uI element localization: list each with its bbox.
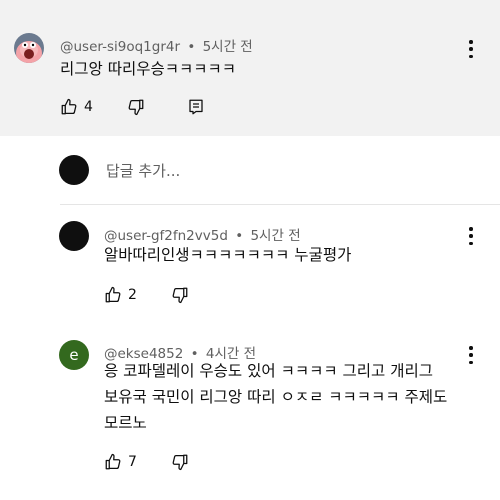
like-count: 7 [128, 454, 137, 470]
reply-row: 답글 추가... [0, 140, 500, 204]
like-button[interactable]: 2 [104, 286, 137, 304]
comment-text-line: 모르노 [104, 414, 147, 432]
reply-button[interactable] [187, 98, 205, 116]
thumbs-down-icon [128, 99, 144, 116]
like-count: 2 [128, 287, 137, 303]
top-strip [0, 0, 500, 18]
comment-text: 알바따리인생ㅋㅋㅋㅋㅋㅋㅋ 누굴평가 [104, 246, 352, 264]
like-button[interactable]: 4 [60, 98, 93, 116]
comment-text: 응 코파델레이 우승도 있어 ㅋㅋㅋㅋ 그리고 개리그 보유국 국민이 리그앙 … [104, 358, 447, 436]
meta-separator: • [187, 39, 196, 55]
reply-comment-icon [189, 99, 203, 115]
thumbs-up-icon [105, 286, 121, 303]
divider [60, 204, 500, 205]
comment-text: 리그앙 따리우승ㅋㅋㅋㅋㅋ [60, 60, 237, 78]
avatar[interactable] [59, 221, 89, 251]
comment-1: @user-si9oq1gr4r • 5시간 전 리그앙 따리우승ㅋㅋㅋㅋㅋ 4 [0, 18, 500, 136]
comment-2: @user-gf2fn2vv5d • 5시간 전 알바따리인생ㅋㅋㅋㅋㅋㅋㅋ 누… [0, 214, 500, 318]
thumbs-down-icon [172, 287, 188, 304]
avatar [59, 155, 89, 185]
thumbs-down-icon [172, 454, 188, 471]
avatar[interactable] [14, 33, 44, 63]
comment-author[interactable]: @user-si9oq1gr4r [60, 39, 180, 55]
dislike-button[interactable] [127, 98, 145, 116]
comment-meta: @user-gf2fn2vv5d • 5시간 전 [104, 224, 301, 244]
thumbs-up-icon [61, 98, 77, 115]
comment-meta: @user-si9oq1gr4r • 5시간 전 [60, 35, 253, 55]
more-vert-icon[interactable] [465, 40, 477, 58]
avatar[interactable]: e [59, 340, 89, 370]
comment-actions: 2 [104, 286, 189, 304]
like-button[interactable]: 7 [104, 453, 137, 471]
dislike-button[interactable] [171, 453, 189, 471]
dislike-button[interactable] [171, 286, 189, 304]
comment-actions: 7 [104, 453, 189, 471]
thumbs-up-icon [105, 453, 121, 470]
more-vert-icon[interactable] [465, 346, 477, 364]
comment-actions: 4 [60, 98, 205, 116]
reply-input[interactable]: 답글 추가... [106, 160, 180, 181]
more-vert-icon[interactable] [465, 227, 477, 245]
comment-text-line: 보유국 국민이 리그앙 따리 ㅇㅈㄹ ㅋㅋㅋㅋㅋ 주제도 [104, 388, 448, 406]
patrick-avatar-icon [14, 33, 44, 63]
like-count: 4 [84, 99, 93, 115]
comment-3: e @ekse4852 • 4시간 전 응 코파델레이 우승도 있어 ㅋㅋㅋㅋ … [0, 332, 500, 500]
avatar-letter: e [69, 346, 79, 364]
comment-text-line: 응 코파델레이 우승도 있어 ㅋㅋㅋㅋ 그리고 개리그 [104, 362, 434, 380]
comment-time[interactable]: 5시간 전 [203, 39, 253, 55]
